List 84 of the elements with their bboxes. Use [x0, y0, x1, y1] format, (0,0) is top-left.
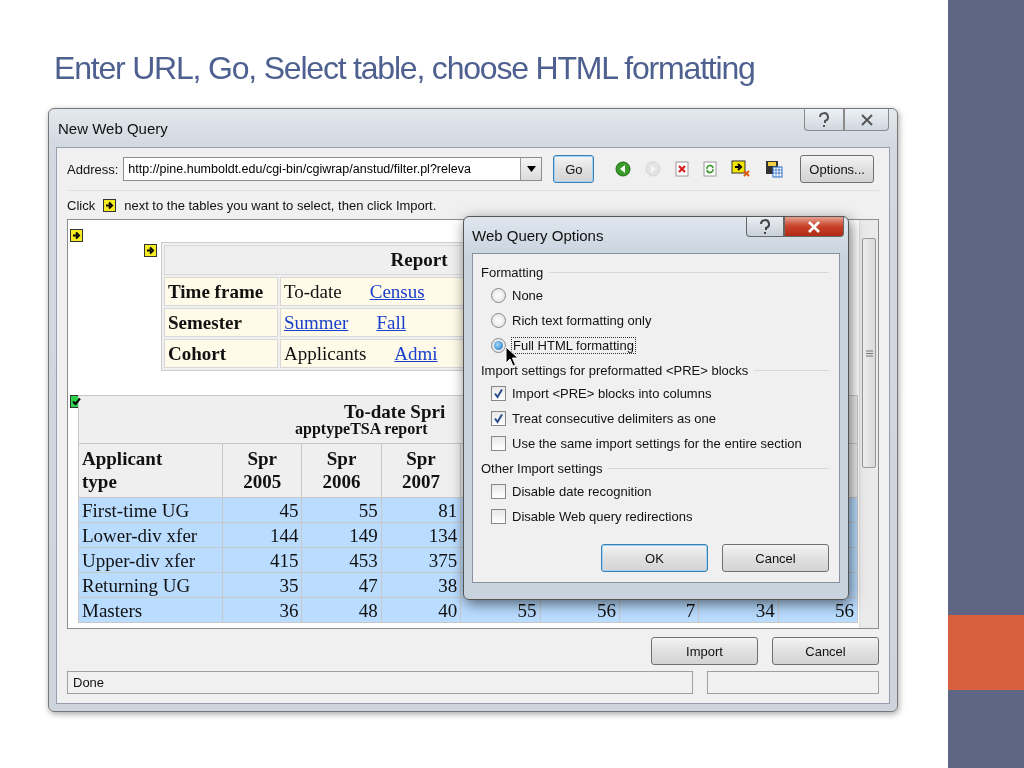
close-button[interactable] — [844, 109, 889, 131]
radio-button[interactable] — [491, 288, 506, 303]
option-label[interactable]: Disable Web query redirections — [512, 509, 693, 524]
table-cell: 48 — [301, 597, 382, 623]
dialog-title: Web Query Options — [472, 226, 604, 244]
table-cell: 45 — [222, 497, 302, 523]
filter-value: To-date — [284, 280, 342, 303]
option-label[interactable]: Use the same import settings for the entire section — [512, 436, 802, 451]
option-label[interactable]: Import <PRE> blocks into columns — [512, 386, 712, 401]
status-field: Done — [67, 671, 693, 694]
vertical-scrollbar[interactable] — [859, 220, 878, 628]
address-label: Address: — [67, 161, 119, 177]
slide-title: Enter URL, Go, Select table, choose HTML formatting — [54, 50, 756, 88]
refresh-icon[interactable] — [703, 161, 718, 177]
radio-button[interactable] — [491, 338, 506, 353]
help-button[interactable] — [746, 217, 784, 237]
dropdown-caret-icon[interactable] — [526, 166, 536, 172]
checkbox[interactable] — [491, 386, 506, 401]
table-cell: 55 — [301, 497, 382, 523]
filter-label: Semester — [164, 308, 278, 337]
table-cell: 144 — [222, 522, 302, 548]
table-cell: 415 — [222, 547, 302, 573]
arrow-marker-icon — [103, 198, 117, 212]
table-cell: Masters — [78, 597, 223, 623]
option-label[interactable]: Full HTML formatting — [512, 338, 635, 353]
arrow-marker-icon[interactable] — [70, 229, 83, 242]
table-subtitle: apptypeTSA report — [295, 421, 428, 437]
filter-value: Applicants — [284, 342, 367, 365]
save-disk-icon[interactable] — [765, 160, 784, 178]
arrow-marker-icon[interactable] — [144, 244, 157, 257]
table-cell: First-time UG — [78, 497, 223, 523]
question-mark-icon[interactable] — [758, 218, 772, 235]
table-cell: Upper-div xfer — [78, 547, 223, 573]
table-cell: 35 — [222, 572, 302, 598]
options-button[interactable]: Options... — [800, 155, 874, 183]
group-label: Import settings for preformatted <PRE> blocks — [481, 363, 749, 378]
checkbox[interactable] — [491, 411, 506, 426]
filter-link[interactable]: Fall — [376, 311, 406, 334]
table-cell: 40 — [381, 597, 461, 623]
import-button[interactable]: Import — [651, 637, 758, 665]
column-header: Spr 2005 — [243, 447, 282, 494]
filter-link[interactable]: Summer — [284, 311, 349, 334]
close-icon[interactable] — [859, 113, 874, 126]
column-header: Applicant type — [82, 447, 163, 494]
filter-label: Time frame — [164, 277, 278, 306]
go-button[interactable]: Go — [553, 155, 595, 183]
table-cell: Returning UG — [78, 572, 223, 598]
table-cell: 134 — [381, 522, 461, 548]
table-cell: 149 — [301, 522, 382, 548]
ok-button[interactable]: OK — [601, 544, 708, 572]
window-title: New Web Query — [58, 119, 168, 137]
checkbox[interactable] — [491, 484, 506, 499]
table-cell: 375 — [381, 547, 461, 573]
grip-lines-icon[interactable] — [865, 349, 873, 357]
column-header: Spr 2006 — [322, 447, 361, 494]
hint-text: next to the tables you want to select, then click Import. — [124, 197, 437, 213]
table-cell: 36 — [222, 597, 302, 623]
table-cell: 47 — [301, 572, 382, 598]
table-cell: 38 — [381, 572, 461, 598]
group-label: Other Import settings — [481, 461, 603, 476]
filter-link[interactable]: Census — [369, 280, 425, 303]
radio-button[interactable] — [491, 313, 506, 328]
stop-icon[interactable] — [675, 161, 690, 177]
option-label[interactable]: Treat consecutive delimiters as one — [512, 411, 716, 426]
column-header: Spr 2007 — [401, 447, 440, 494]
checkbox[interactable] — [491, 436, 506, 451]
cancel-button[interactable]: Cancel — [772, 637, 879, 665]
address-field[interactable]: http://pine.humboldt.edu/cgi-bin/cgiwrap/anstud/filter.pl?releva — [123, 157, 543, 181]
filter-link[interactable]: Admi — [394, 342, 438, 365]
table-title: To-date Spri — [344, 402, 446, 421]
filter-label: Cohort — [164, 339, 278, 368]
table-cell: 453 — [301, 547, 382, 573]
cancel-button[interactable]: Cancel — [722, 544, 829, 572]
table-cell: Lower-div xfer — [78, 522, 223, 548]
question-mark-icon[interactable] — [817, 111, 831, 128]
option-label[interactable]: Rich text formatting only — [512, 313, 652, 328]
help-button[interactable] — [804, 109, 844, 131]
hide-arrows-icon[interactable] — [731, 160, 752, 178]
close-button[interactable] — [784, 217, 844, 237]
table-cell: 81 — [381, 497, 461, 523]
checkbox[interactable] — [491, 509, 506, 524]
option-label[interactable]: None — [512, 288, 544, 303]
option-label[interactable]: Disable date recognition — [512, 484, 652, 499]
hint-text: Click — [67, 197, 96, 213]
